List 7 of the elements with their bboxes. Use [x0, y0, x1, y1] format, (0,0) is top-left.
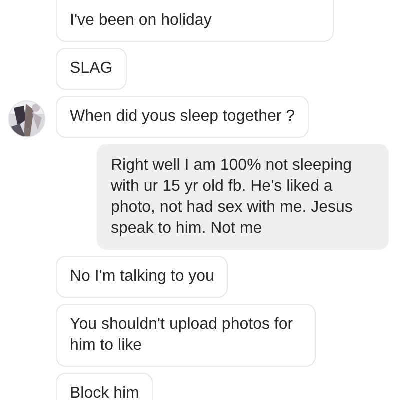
received-message: You shouldn't upload photos for him to like — [56, 304, 316, 367]
received-message: When did yous sleep together ? — [56, 96, 310, 138]
sent-message: Right well I am 100% not sleeping with ur 15 yr old fb. He's liked a photo, not had sex with me. Jesus speak to him. Not me — [97, 144, 389, 250]
received-message: I've been on holiday — [56, 0, 334, 42]
received-message: SLAG — [56, 48, 127, 90]
received-message: No I'm talking to you — [56, 256, 228, 298]
received-message: Block him — [56, 373, 154, 400]
